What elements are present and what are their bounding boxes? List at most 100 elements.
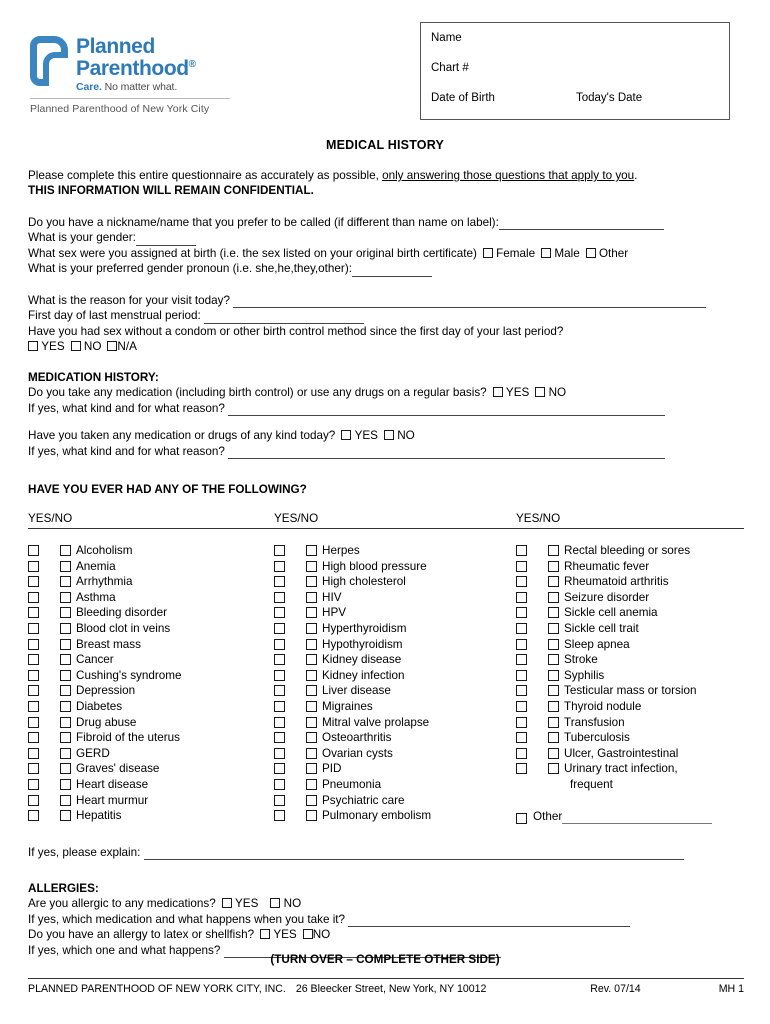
checkbox-medication-regular-no[interactable] bbox=[535, 387, 546, 398]
checkbox-condition-no[interactable] bbox=[548, 732, 559, 744]
checkbox-condition-no[interactable] bbox=[60, 685, 71, 697]
checkbox-condition-no[interactable] bbox=[306, 716, 317, 728]
checkbox-condition-no[interactable] bbox=[548, 622, 559, 634]
checkbox-condition-no[interactable] bbox=[306, 591, 317, 603]
checkbox-condition-no[interactable] bbox=[306, 763, 317, 775]
condition-other-input-line[interactable] bbox=[562, 810, 713, 824]
checkbox-condition-yes[interactable] bbox=[28, 607, 39, 619]
checkbox-condition-no[interactable] bbox=[306, 654, 317, 666]
checkbox-condition-yes[interactable] bbox=[274, 763, 285, 775]
checkbox-allergy-latex-no[interactable] bbox=[302, 929, 313, 940]
checkbox-condition-no[interactable] bbox=[548, 716, 559, 728]
lmp-input-line[interactable] bbox=[204, 312, 365, 324]
checkbox-condition-no[interactable] bbox=[306, 545, 317, 556]
checkbox-condition-yes[interactable] bbox=[28, 622, 39, 634]
medication-today-followup-input-line[interactable] bbox=[228, 447, 666, 460]
checkbox-condition-no[interactable] bbox=[548, 685, 559, 697]
checkbox-condition-yes[interactable] bbox=[274, 576, 285, 588]
checkbox-condition-no[interactable] bbox=[306, 669, 317, 681]
checkbox-condition-no[interactable] bbox=[60, 778, 71, 790]
checkbox-condition-yes[interactable] bbox=[28, 778, 39, 790]
checkbox-condition-no[interactable] bbox=[548, 763, 559, 775]
checkbox-condition-yes[interactable] bbox=[28, 545, 39, 556]
checkbox-unprotected-no[interactable] bbox=[70, 341, 81, 352]
checkbox-condition-yes[interactable] bbox=[28, 638, 39, 650]
checkbox-condition-yes[interactable] bbox=[516, 560, 527, 572]
checkbox-condition-no[interactable] bbox=[548, 576, 559, 588]
checkbox-condition-yes[interactable] bbox=[516, 747, 527, 759]
checkbox-condition-yes[interactable] bbox=[28, 685, 39, 697]
checkbox-condition-yes[interactable] bbox=[274, 638, 285, 650]
checkbox-condition-yes[interactable] bbox=[516, 591, 527, 603]
checkbox-condition-yes[interactable] bbox=[274, 607, 285, 619]
checkbox-allergy-latex-yes[interactable] bbox=[260, 929, 271, 940]
checkbox-condition-no[interactable] bbox=[60, 591, 71, 603]
checkbox-condition-no[interactable] bbox=[548, 700, 559, 712]
checkbox-condition-yes[interactable] bbox=[516, 763, 527, 775]
checkbox-condition-no[interactable] bbox=[306, 747, 317, 759]
checkbox-condition-no[interactable] bbox=[306, 685, 317, 697]
checkbox-condition-no[interactable] bbox=[306, 576, 317, 588]
checkbox-condition-yes[interactable] bbox=[274, 794, 285, 806]
visit-reason-input-line[interactable] bbox=[233, 296, 707, 309]
checkbox-condition-no[interactable] bbox=[60, 560, 71, 572]
checkbox-condition-yes[interactable] bbox=[28, 810, 39, 822]
checkbox-condition-yes[interactable] bbox=[28, 669, 39, 681]
checkbox-condition-yes[interactable] bbox=[28, 716, 39, 728]
checkbox-condition-no[interactable] bbox=[548, 654, 559, 666]
checkbox-condition-yes[interactable] bbox=[28, 794, 39, 806]
checkbox-sex-male[interactable] bbox=[541, 247, 552, 258]
checkbox-condition-yes[interactable] bbox=[516, 576, 527, 588]
checkbox-medication-today-no[interactable] bbox=[383, 430, 394, 441]
checkbox-condition-no[interactable] bbox=[306, 560, 317, 572]
checkbox-condition-no[interactable] bbox=[548, 669, 559, 681]
checkbox-condition-no[interactable] bbox=[60, 654, 71, 666]
checkbox-condition-no[interactable] bbox=[60, 607, 71, 619]
checkbox-condition-yes[interactable] bbox=[516, 685, 527, 697]
checkbox-condition-no[interactable] bbox=[548, 545, 559, 556]
checkbox-condition-no[interactable] bbox=[60, 763, 71, 775]
checkbox-unprotected-yes[interactable] bbox=[28, 341, 38, 352]
checkbox-condition-no[interactable] bbox=[306, 700, 317, 712]
checkbox-condition-yes[interactable] bbox=[28, 732, 39, 744]
checkbox-condition-no[interactable] bbox=[60, 700, 71, 712]
checkbox-condition-yes[interactable] bbox=[516, 622, 527, 634]
medication-regular-followup-input-line[interactable] bbox=[228, 404, 666, 417]
checkbox-sex-other[interactable] bbox=[585, 247, 596, 258]
checkbox-condition-no[interactable] bbox=[548, 560, 559, 572]
checkbox-condition-yes[interactable] bbox=[28, 654, 39, 666]
checkbox-condition-no[interactable] bbox=[306, 607, 317, 619]
checkbox-condition-yes[interactable] bbox=[274, 685, 285, 697]
checkbox-condition-yes[interactable] bbox=[516, 545, 527, 556]
checkbox-condition-no[interactable] bbox=[306, 810, 317, 822]
checkbox-condition-yes[interactable] bbox=[28, 560, 39, 572]
checkbox-condition-yes[interactable] bbox=[274, 545, 285, 556]
checkbox-sex-female[interactable] bbox=[482, 247, 493, 258]
checkbox-condition-yes[interactable] bbox=[274, 622, 285, 634]
checkbox-condition-yes[interactable] bbox=[274, 669, 285, 681]
checkbox-condition-no[interactable] bbox=[548, 638, 559, 650]
checkbox-condition-yes[interactable] bbox=[28, 763, 39, 775]
checkbox-condition-no[interactable] bbox=[548, 591, 559, 603]
checkbox-condition-yes[interactable] bbox=[516, 638, 527, 650]
checkbox-allergy-medications-yes[interactable] bbox=[221, 898, 232, 909]
checkbox-condition-other[interactable] bbox=[516, 812, 527, 824]
checkbox-medication-regular-yes[interactable] bbox=[492, 387, 503, 398]
checkbox-condition-yes[interactable] bbox=[28, 747, 39, 759]
checkbox-condition-yes[interactable] bbox=[516, 732, 527, 744]
checkbox-condition-yes[interactable] bbox=[274, 810, 285, 822]
checkbox-allergy-medications-no[interactable] bbox=[270, 898, 281, 909]
checkbox-condition-yes[interactable] bbox=[516, 654, 527, 666]
gender-input-line[interactable] bbox=[135, 234, 196, 246]
checkbox-condition-yes[interactable] bbox=[274, 700, 285, 712]
checkbox-condition-no[interactable] bbox=[60, 732, 71, 744]
checkbox-condition-yes[interactable] bbox=[516, 716, 527, 728]
checkbox-condition-yes[interactable] bbox=[274, 591, 285, 603]
checkbox-condition-yes[interactable] bbox=[274, 716, 285, 728]
checkbox-condition-yes[interactable] bbox=[274, 732, 285, 744]
checkbox-condition-yes[interactable] bbox=[516, 669, 527, 681]
checkbox-condition-no[interactable] bbox=[306, 794, 317, 806]
pronoun-input-line[interactable] bbox=[351, 265, 432, 277]
checkbox-condition-yes[interactable] bbox=[28, 576, 39, 588]
checkbox-condition-no[interactable] bbox=[306, 638, 317, 650]
